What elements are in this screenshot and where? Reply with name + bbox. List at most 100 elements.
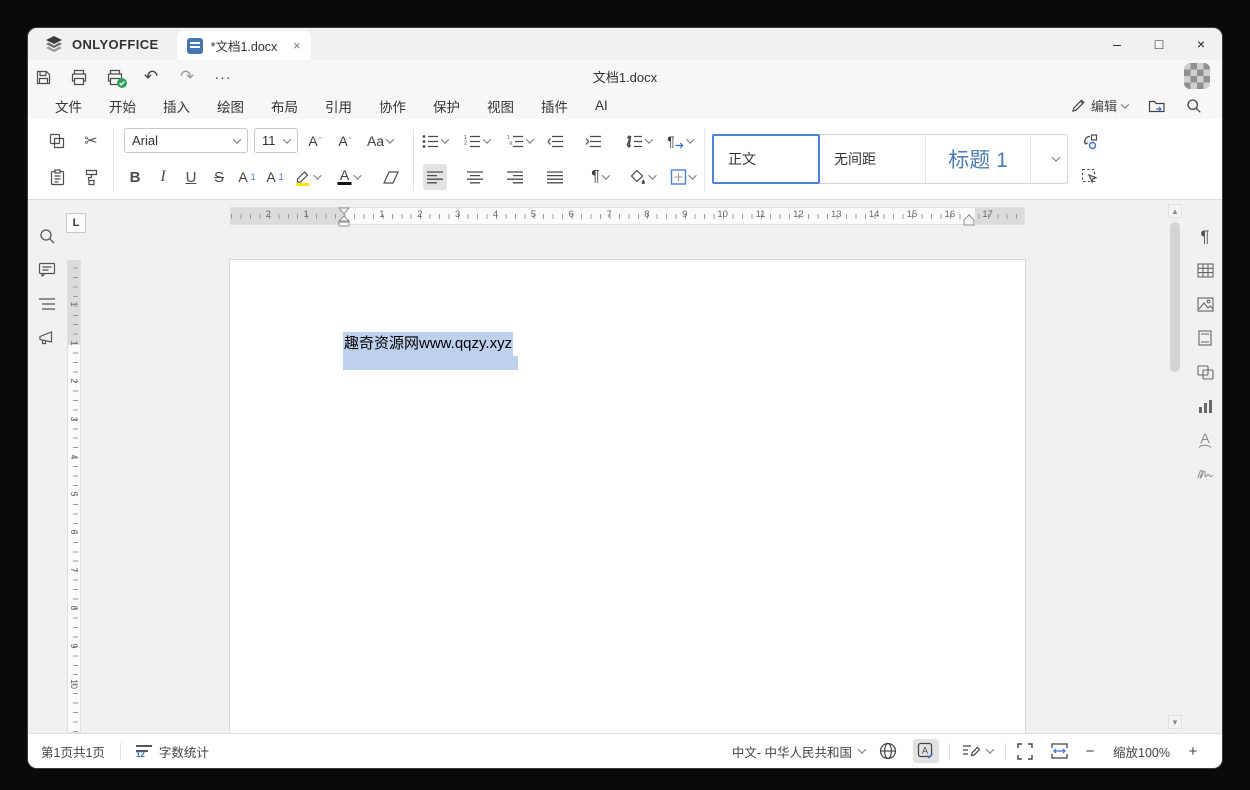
right-indent-marker[interactable] [962, 214, 976, 226]
decrease-font-size-button[interactable]: Aˇ [333, 128, 357, 154]
open-file-location-button[interactable] [1148, 98, 1166, 114]
document-tab[interactable]: *文档1.docx × [176, 31, 311, 60]
multilevel-list-button[interactable]: 1a [505, 128, 535, 154]
underline-button[interactable]: U [179, 164, 203, 190]
menu-tab-file[interactable]: 文件 [55, 92, 82, 120]
word-count-button[interactable]: 12 字数统计 [123, 734, 222, 768]
styles-gallery-expand[interactable] [1031, 135, 1066, 183]
text-art-settings-button[interactable]: A [1190, 426, 1220, 454]
borders-button[interactable] [669, 164, 698, 190]
shape-settings-button[interactable] [1190, 358, 1220, 386]
bullet-list-button[interactable] [420, 128, 450, 154]
increase-font-size-button[interactable]: Aˆ [303, 128, 327, 154]
chevron-down-icon [313, 171, 322, 180]
menu-tab-references[interactable]: 引用 [325, 92, 352, 120]
search-icon [1187, 98, 1201, 113]
image-settings-button[interactable] [1190, 290, 1220, 318]
table-settings-button[interactable] [1190, 256, 1220, 284]
document-language-button[interactable] [871, 742, 905, 760]
vertical-scrollbar[interactable]: ▲ ▼ [1168, 204, 1182, 729]
shading-button[interactable] [627, 164, 658, 190]
spell-check-toggle[interactable]: A [905, 739, 947, 763]
font-color-button[interactable]: A [336, 164, 363, 190]
edit-mode-button[interactable]: 编辑 [1071, 96, 1130, 115]
vertical-ruler[interactable]: 1 12 34 56 78 9 10 [67, 260, 81, 733]
italic-button[interactable]: I [151, 164, 175, 190]
clear-formatting-button[interactable] [379, 164, 403, 190]
subscript-button[interactable]: A1 [263, 164, 287, 190]
decrease-indent-button[interactable] [543, 128, 567, 154]
menu-tab-view[interactable]: 视图 [487, 92, 514, 120]
bold-button[interactable]: B [123, 164, 147, 190]
chevron-down-icon [985, 745, 995, 754]
navigation-icon [39, 298, 55, 310]
menu-tab-draw[interactable]: 绘图 [217, 92, 244, 120]
horizontal-ruler[interactable]: 21 1 2 3 4 5 6 7 8 9 10 11 12 13 14 15 16 17 [230, 207, 1025, 227]
paste-button[interactable] [45, 164, 69, 190]
chart-settings-button[interactable] [1190, 392, 1220, 420]
fit-page-button[interactable] [1008, 742, 1042, 760]
align-center-button[interactable] [463, 164, 487, 190]
change-case-button[interactable]: Aa [365, 128, 395, 154]
chevron-down-icon [232, 134, 242, 144]
indent-markers[interactable] [337, 207, 351, 227]
select-all-button[interactable] [1078, 164, 1102, 190]
find-button[interactable] [34, 223, 60, 249]
strikethrough-button[interactable]: S [207, 164, 231, 190]
signature-settings-button[interactable] [1190, 460, 1220, 488]
superscript-button[interactable]: A1 [235, 164, 259, 190]
avatar[interactable] [1184, 63, 1210, 89]
increase-indent-button[interactable] [581, 128, 605, 154]
menu-tab-layout[interactable]: 布局 [271, 92, 298, 120]
headings-navigation-button[interactable] [34, 291, 60, 317]
zoom-in-button[interactable]: + [1180, 743, 1206, 760]
replace-button[interactable] [1078, 129, 1102, 155]
document-tab-icon [186, 37, 203, 54]
comments-button[interactable] [34, 257, 60, 283]
align-right-button[interactable] [503, 164, 527, 190]
font-name-select[interactable]: Arial [124, 128, 248, 153]
cut-button[interactable]: ✂ [79, 128, 103, 154]
header-footer-settings-button[interactable] [1190, 324, 1220, 352]
tab-close-icon[interactable]: × [293, 38, 301, 53]
close-button[interactable]: × [1180, 28, 1222, 60]
minimize-button[interactable]: – [1096, 28, 1138, 60]
paragraph-settings-button[interactable]: ¶ [1190, 223, 1220, 251]
tab-selector[interactable]: L [66, 213, 86, 233]
highlight-color-button[interactable] [292, 164, 323, 190]
selected-text[interactable]: 趣奇资源网www.qqzy.xyz [343, 332, 514, 356]
search-button[interactable] [1186, 98, 1202, 114]
show-paragraph-marks-button[interactable]: ¶ [588, 164, 612, 190]
fit-width-button[interactable] [1042, 743, 1077, 759]
menu-tab-ai[interactable]: AI [595, 94, 608, 117]
align-left-button[interactable] [423, 164, 447, 190]
menu-tab-insert[interactable]: 插入 [163, 92, 190, 120]
line-spacing-button[interactable] [624, 128, 654, 154]
app-window: ONLYOFFICE *文档1.docx × – □ × ↶ ↷ ··· 文档1… [28, 28, 1222, 768]
copy-button[interactable] [45, 128, 69, 154]
scrollbar-thumb[interactable] [1170, 222, 1180, 372]
style-no-spacing[interactable]: 无间距 [820, 135, 926, 183]
language-select[interactable]: 中文- 中华人民共和国 [719, 742, 871, 761]
document-page[interactable]: 趣奇资源网www.qqzy.xyz [230, 260, 1025, 733]
zoom-out-button[interactable]: − [1077, 743, 1103, 760]
font-size-select[interactable]: 11 [254, 128, 298, 153]
chevron-down-icon [1120, 99, 1130, 109]
paragraph-direction-button[interactable]: ¶ [665, 128, 695, 154]
maximize-button[interactable]: □ [1138, 28, 1180, 60]
format-painter-button[interactable] [79, 164, 103, 190]
menu-tab-home[interactable]: 开始 [107, 92, 138, 122]
scroll-down-arrow[interactable]: ▼ [1168, 715, 1182, 729]
feedback-button[interactable] [34, 325, 60, 351]
page-indicator[interactable]: 第1页共1页 [28, 734, 118, 768]
scroll-up-arrow[interactable]: ▲ [1168, 204, 1182, 218]
menu-tab-plugins[interactable]: 插件 [541, 92, 568, 120]
numbered-list-button[interactable]: 12 [462, 128, 492, 154]
app-logo: ONLYOFFICE [28, 28, 173, 60]
track-changes-button[interactable] [952, 743, 1003, 759]
style-normal[interactable]: 正文 [712, 134, 820, 184]
style-heading1[interactable]: 标题 1 [926, 135, 1031, 183]
menu-tab-protection[interactable]: 保护 [433, 92, 460, 120]
menu-tab-collaboration[interactable]: 协作 [379, 92, 406, 120]
justify-button[interactable] [543, 164, 567, 190]
